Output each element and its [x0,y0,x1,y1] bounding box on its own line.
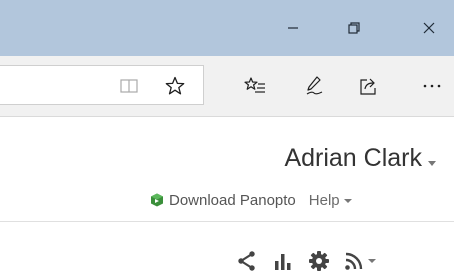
header-divider [0,221,454,222]
user-name-menu[interactable]: Adrian Clark [284,143,422,173]
web-note-button[interactable] [301,72,329,100]
more-button[interactable] [418,72,446,100]
help-label: Help [308,191,340,209]
browser-toolbar [0,56,454,117]
reading-view-icon [120,79,138,93]
rss-action-button[interactable] [342,248,378,274]
reading-view-button[interactable] [115,72,143,100]
share-icon [360,78,376,95]
favorites-hub-button[interactable] [241,72,269,100]
favorite-star-icon [165,76,185,95]
restore-button[interactable] [340,14,368,42]
stats-icon [275,254,291,270]
stats-action-button[interactable] [270,248,296,274]
pen-icon [306,76,323,95]
close-button[interactable] [415,14,443,42]
help-menu[interactable]: Help [309,192,352,209]
minimize-icon [288,27,298,29]
share-button[interactable] [355,72,383,100]
settings-action-button[interactable] [306,248,332,274]
rss-icon [345,252,363,270]
more-icon [423,84,441,88]
header-links: Download Panopto Help [150,189,352,211]
settings-icon [309,251,329,271]
help-caret-icon [343,198,352,203]
close-icon [423,22,435,34]
favorites-list-icon [244,77,265,93]
share-action-button[interactable] [234,248,260,274]
download-panopto-link[interactable]: Download Panopto [169,192,296,209]
share-icon [238,251,255,271]
restore-icon [348,22,360,34]
favorite-button[interactable] [161,72,189,100]
panopto-download-icon [151,193,163,207]
user-menu-caret-icon[interactable] [428,161,436,166]
minimize-button[interactable] [279,14,307,42]
rss-caret-icon [368,259,376,263]
window-titlebar [0,0,454,56]
